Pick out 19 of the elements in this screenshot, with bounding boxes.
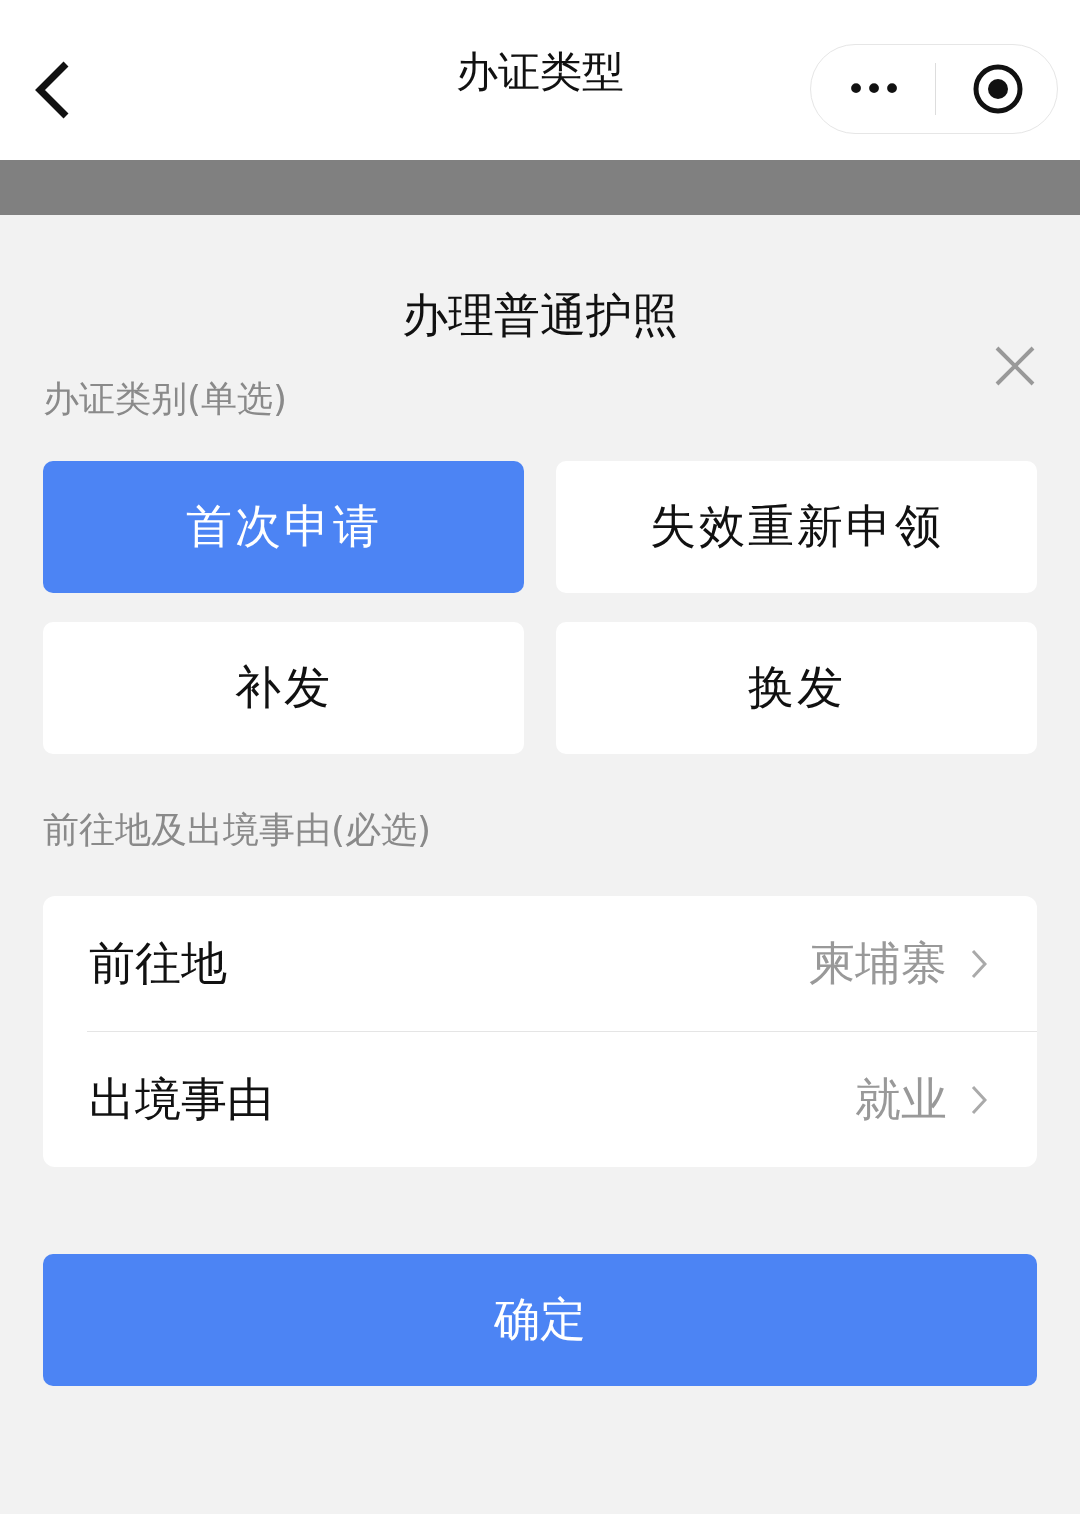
sheet-title: 办理普通护照 — [402, 287, 678, 344]
more-button[interactable]: ••• — [811, 69, 935, 109]
row-label: 出境事由 — [89, 1070, 274, 1128]
section-label: 办证类别(单选) — [43, 377, 289, 421]
back-icon[interactable] — [34, 60, 70, 120]
option-button[interactable]: 首次申请 — [43, 461, 524, 593]
row-value: 柬埔寨 — [809, 934, 947, 992]
page-title: 办证类型 — [456, 46, 624, 98]
list-row[interactable]: 前往地 柬埔寨 — [43, 896, 1037, 1031]
option-button[interactable]: 失效重新申领 — [556, 461, 1037, 593]
row-label: 前往地 — [89, 934, 228, 992]
chevron-icon — [971, 948, 987, 979]
section-label: 前往地及出境事由(必选) — [43, 808, 433, 852]
list-row[interactable]: 出境事由 就业 — [87, 1031, 1037, 1167]
chevron-icon — [971, 1084, 987, 1115]
row-value: 就业 — [855, 1070, 947, 1128]
option-button[interactable]: 补发 — [43, 622, 524, 754]
option-button[interactable]: 换发 — [556, 622, 1037, 754]
confirm-button[interactable]: 确定 — [43, 1254, 1037, 1386]
